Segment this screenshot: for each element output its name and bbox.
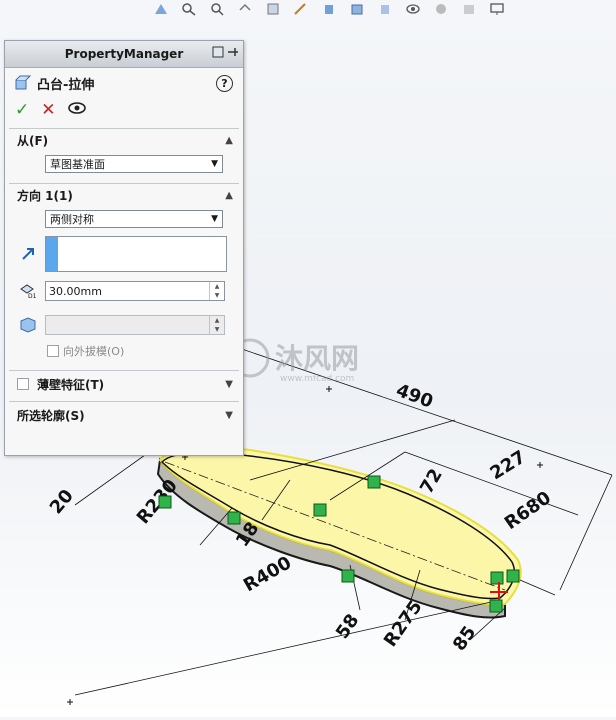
action-buttons: ✓ ✕ xyxy=(5,98,243,122)
previous-view-icon[interactable] xyxy=(234,1,256,17)
view-cube-icon[interactable] xyxy=(318,1,340,17)
expand-chevron-icon[interactable]: ▼ xyxy=(225,410,233,421)
feature-title-row: 凸台-拉伸 ? xyxy=(5,68,243,98)
watermark: 沐风网 www.mfcad.com xyxy=(230,338,359,384)
expand-chevron-icon[interactable]: ▼ xyxy=(225,379,233,390)
feature-name: 凸台-拉伸 xyxy=(37,77,95,93)
draft-outward-checkbox[interactable] xyxy=(47,345,59,357)
dim-85[interactable]: 85 xyxy=(449,622,481,655)
direction-selection-box[interactable] xyxy=(45,236,227,272)
dim-227[interactable]: 227 xyxy=(487,447,530,485)
dropdown-arrow-icon: ▼ xyxy=(211,159,218,169)
svg-text:D1: D1 xyxy=(28,293,37,299)
dim-r230[interactable]: R230 xyxy=(133,475,182,528)
section-direction1-label: 方向 1(1) xyxy=(17,188,73,203)
dynamic-annotation-icon[interactable] xyxy=(290,1,312,17)
help-button[interactable]: ? xyxy=(216,74,233,92)
panel-title: PropertyManager xyxy=(64,47,184,61)
end-condition-select[interactable]: 两侧对称 ▼ xyxy=(45,210,223,228)
section-selected-contours[interactable]: 所选轮廓(S) ▼ xyxy=(9,401,239,428)
dim-58[interactable]: 58 xyxy=(332,610,364,643)
dim-20[interactable]: 20 xyxy=(46,486,78,519)
draft-icon[interactable] xyxy=(17,314,39,336)
property-manager-header: PropertyManager xyxy=(5,41,243,68)
zoom-area-icon[interactable] xyxy=(206,1,228,17)
graphics-area[interactable]: 490 227 72 R680 R230 20 18 R400 58 R275 … xyxy=(0,0,616,717)
pin-icon[interactable] xyxy=(227,46,239,61)
reverse-direction-icon[interactable] xyxy=(17,243,39,265)
spin-up-icon[interactable]: ▲ xyxy=(209,282,224,291)
boss-extrude-icon xyxy=(15,75,31,90)
spin-up-icon[interactable]: ▲ xyxy=(209,316,224,325)
dim-r680[interactable]: R680 xyxy=(501,487,555,534)
eye-icon[interactable] xyxy=(402,1,424,17)
draft-outward-option[interactable]: 向外拔模(O) xyxy=(47,342,243,360)
hide-show-icon[interactable] xyxy=(374,1,396,17)
depth-icon: D1 xyxy=(17,280,39,302)
heads-up-toolbar xyxy=(150,0,508,18)
scene-icon[interactable] xyxy=(458,1,480,17)
display-style-icon[interactable] xyxy=(346,1,368,17)
ok-button[interactable]: ✓ xyxy=(15,100,29,120)
section-thin-feature[interactable]: 薄壁特征(T) ▼ xyxy=(9,370,239,397)
section-direction1[interactable]: 方向 1(1) ▲ xyxy=(9,183,239,206)
from-select[interactable]: 草图基准面 ▼ xyxy=(45,155,223,173)
svg-text:www.mfcad.com: www.mfcad.com xyxy=(280,374,354,384)
draft-angle-input[interactable]: ▲ ▼ xyxy=(45,315,225,335)
extrusion-top-face xyxy=(158,446,522,606)
spin-down-icon[interactable]: ▼ xyxy=(209,325,224,334)
dropdown-arrow-icon: ▼ xyxy=(211,214,218,224)
collapse-chevron-icon[interactable]: ▲ xyxy=(225,135,233,146)
cancel-button[interactable]: ✕ xyxy=(41,100,55,120)
zoom-to-fit-icon[interactable] xyxy=(178,1,200,17)
property-manager-panel[interactable]: PropertyManager 凸台-拉伸 ? ✓ ✕ 从(F) ▲ 草图基准面… xyxy=(4,40,244,456)
appearance-icon[interactable] xyxy=(430,1,452,17)
section-from-label: 从(F) xyxy=(17,133,49,148)
section-view-icon[interactable] xyxy=(262,1,284,17)
section-from[interactable]: 从(F) ▲ xyxy=(9,128,239,151)
expand-panel-icon[interactable] xyxy=(212,46,224,61)
dim-r275[interactable]: R275 xyxy=(380,597,427,651)
dim-72[interactable]: 72 xyxy=(416,465,447,497)
monitor-icon[interactable] xyxy=(486,1,508,17)
section-thin-label: 薄壁特征(T) xyxy=(37,377,105,392)
spin-down-icon[interactable]: ▼ xyxy=(209,291,224,300)
collapse-chevron-icon[interactable]: ▲ xyxy=(225,190,233,201)
svg-text:沐风网: 沐风网 xyxy=(275,342,359,375)
view-orientation-icon[interactable] xyxy=(150,1,172,17)
thin-feature-checkbox[interactable] xyxy=(17,378,29,390)
section-contours-label: 所选轮廓(S) xyxy=(17,408,85,423)
preview-icon[interactable] xyxy=(67,100,86,120)
dim-r400[interactable]: R400 xyxy=(240,552,295,596)
depth-input[interactable]: 30.00mm ▲ ▼ xyxy=(45,281,225,301)
